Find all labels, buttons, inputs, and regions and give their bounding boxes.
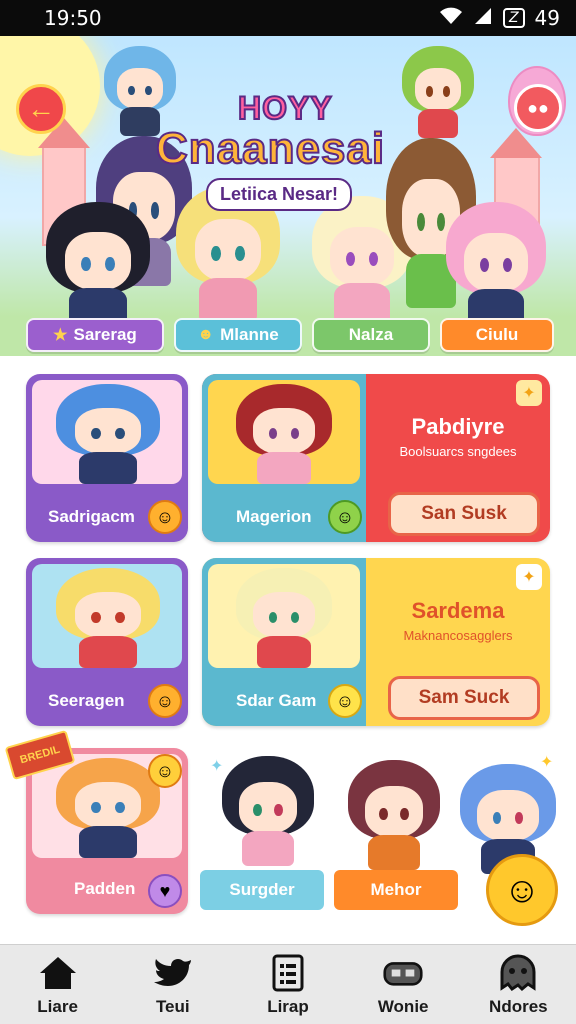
menu-button[interactable]: ●●	[514, 84, 562, 132]
character-orange-portrait	[56, 758, 160, 858]
promo-card-pabdiyre[interactable]: Magerion ☺ Pabdiyre Boolsuarcs sngdees S…	[202, 374, 550, 542]
promo-left: Magerion ☺	[202, 374, 366, 542]
cat-face-icon: ☻	[197, 326, 215, 343]
character-card-sadrigacm[interactable]: Sadrigacm ☺	[26, 374, 188, 542]
character-blue	[104, 46, 176, 136]
sparkle-icon[interactable]: ✦	[516, 564, 542, 590]
star-icon: ★	[53, 327, 68, 344]
promo-action-button[interactable]: Sam Suck	[388, 676, 540, 720]
bottom-navigation: Liare Teui Lirap Wonie Ndores	[0, 944, 576, 1024]
nav-label: Teui	[155, 996, 190, 1016]
smiley-face-icon: ☺	[148, 754, 182, 788]
promo-left: Sdar Gam ☺	[202, 558, 366, 726]
character-pink	[446, 202, 546, 330]
character-cream-portrait	[236, 568, 332, 668]
free-label: Surgder	[229, 880, 295, 899]
nav-ndores[interactable]: Ndores	[466, 953, 570, 1017]
smiley-badge-icon: ☺	[148, 684, 182, 718]
sparkle-icon[interactable]: ✦	[516, 380, 542, 406]
promo-image	[208, 380, 360, 484]
status-icons: Z 49	[439, 6, 560, 30]
character-yellow-portrait	[56, 568, 160, 668]
character-green	[402, 46, 474, 138]
character-card-padden[interactable]: Padden ☺ ♥	[26, 748, 188, 914]
title-top-line: HOYY	[237, 89, 333, 127]
heart-icon: ♥	[148, 874, 182, 908]
tab-nalza[interactable]: Nalza	[312, 318, 430, 352]
tab-label: Ciulu	[475, 325, 519, 344]
character-maroon-cat	[348, 760, 440, 870]
promo-image	[208, 564, 360, 668]
hero-banner: HOYY Cnaanesai Letiica Nesar! ← ●●	[0, 36, 576, 366]
tab-label: Sarerag	[73, 325, 137, 344]
signal-icon	[473, 6, 493, 30]
nav-label: Lirap	[267, 996, 309, 1016]
character-card-seeragen[interactable]: Seeragen ☺	[26, 558, 188, 726]
tab-label: Nalza	[348, 325, 394, 344]
smiley-face-icon[interactable]: ☺	[486, 854, 558, 926]
card-image	[32, 380, 182, 484]
wifi-icon	[439, 6, 463, 30]
tab-ciulu[interactable]: Ciulu	[440, 318, 554, 352]
promo-details: Pabdiyre Boolsuarcs sngdees San Susk ✦	[366, 374, 550, 542]
bird-icon	[153, 953, 193, 993]
sparkle-icon: ✦	[540, 754, 554, 771]
promo-subtitle: Boolsuarcs sngdees	[399, 444, 517, 459]
card-image	[32, 564, 182, 668]
character-blue-portrait	[56, 384, 160, 484]
app-subtitle: Letiica Nesar!	[206, 178, 353, 211]
dots-icon: ●●	[527, 97, 549, 118]
smiley-badge-icon: ☺	[148, 500, 182, 534]
promo-action-button[interactable]: San Susk	[388, 492, 540, 536]
tab-label: Mlanne	[220, 325, 279, 344]
free-label: Mehor	[370, 880, 422, 899]
nav-teui[interactable]: Teui	[121, 953, 225, 1017]
battery-level: 49	[534, 6, 560, 30]
label-surgder[interactable]: Surgder	[200, 870, 324, 910]
character-dark-cat	[222, 756, 314, 866]
content-area: Sadrigacm ☺ Magerion ☺ Pabdiyre Boolsuar…	[0, 356, 576, 944]
arrow-left-icon: ←	[27, 93, 55, 124]
gamepad-icon	[383, 953, 423, 993]
nav-lirap[interactable]: Lirap	[236, 953, 340, 1017]
home-icon	[38, 953, 78, 993]
promo-card-sardema[interactable]: Sdar Gam ☺ Sardema Maknancosagglers Sam …	[202, 558, 550, 726]
character-red-portrait	[236, 384, 332, 484]
ghost-icon	[498, 953, 538, 993]
nav-label: Liare	[37, 996, 78, 1016]
nav-label: Wonie	[377, 996, 429, 1016]
battery-icon: Z	[502, 8, 525, 28]
back-button[interactable]: ←	[16, 84, 66, 134]
status-bar: 19:50 Z 49	[0, 0, 576, 36]
frog-badge-icon: ☺	[328, 500, 362, 534]
promo-title: Sardema	[411, 598, 505, 623]
nav-label: Ndores	[489, 996, 548, 1016]
character-black-hair	[46, 202, 150, 328]
label-mehor[interactable]: Mehor	[334, 870, 458, 910]
chick-badge-icon: ☺	[328, 684, 362, 718]
nav-wonie[interactable]: Wonie	[351, 953, 455, 1017]
app-title: Cnaanesai	[155, 123, 386, 174]
tab-mlanne[interactable]: ☻ Mlanne	[174, 318, 302, 352]
promo-title: Pabdiyre	[411, 414, 505, 439]
list-icon	[268, 953, 308, 993]
promo-subtitle: Maknancosagglers	[403, 628, 513, 643]
tab-sarerag[interactable]: ★ Sarerag	[26, 318, 164, 352]
nav-liare[interactable]: Liare	[6, 953, 110, 1017]
promo-details: Sardema Maknancosagglers Sam Suck ✦	[366, 558, 550, 726]
sparkle-icon: ✦	[210, 758, 224, 775]
category-tabs: ★ Sarerag ☻ Mlanne Nalza Ciulu	[26, 318, 554, 354]
clock: 19:50	[44, 6, 102, 30]
